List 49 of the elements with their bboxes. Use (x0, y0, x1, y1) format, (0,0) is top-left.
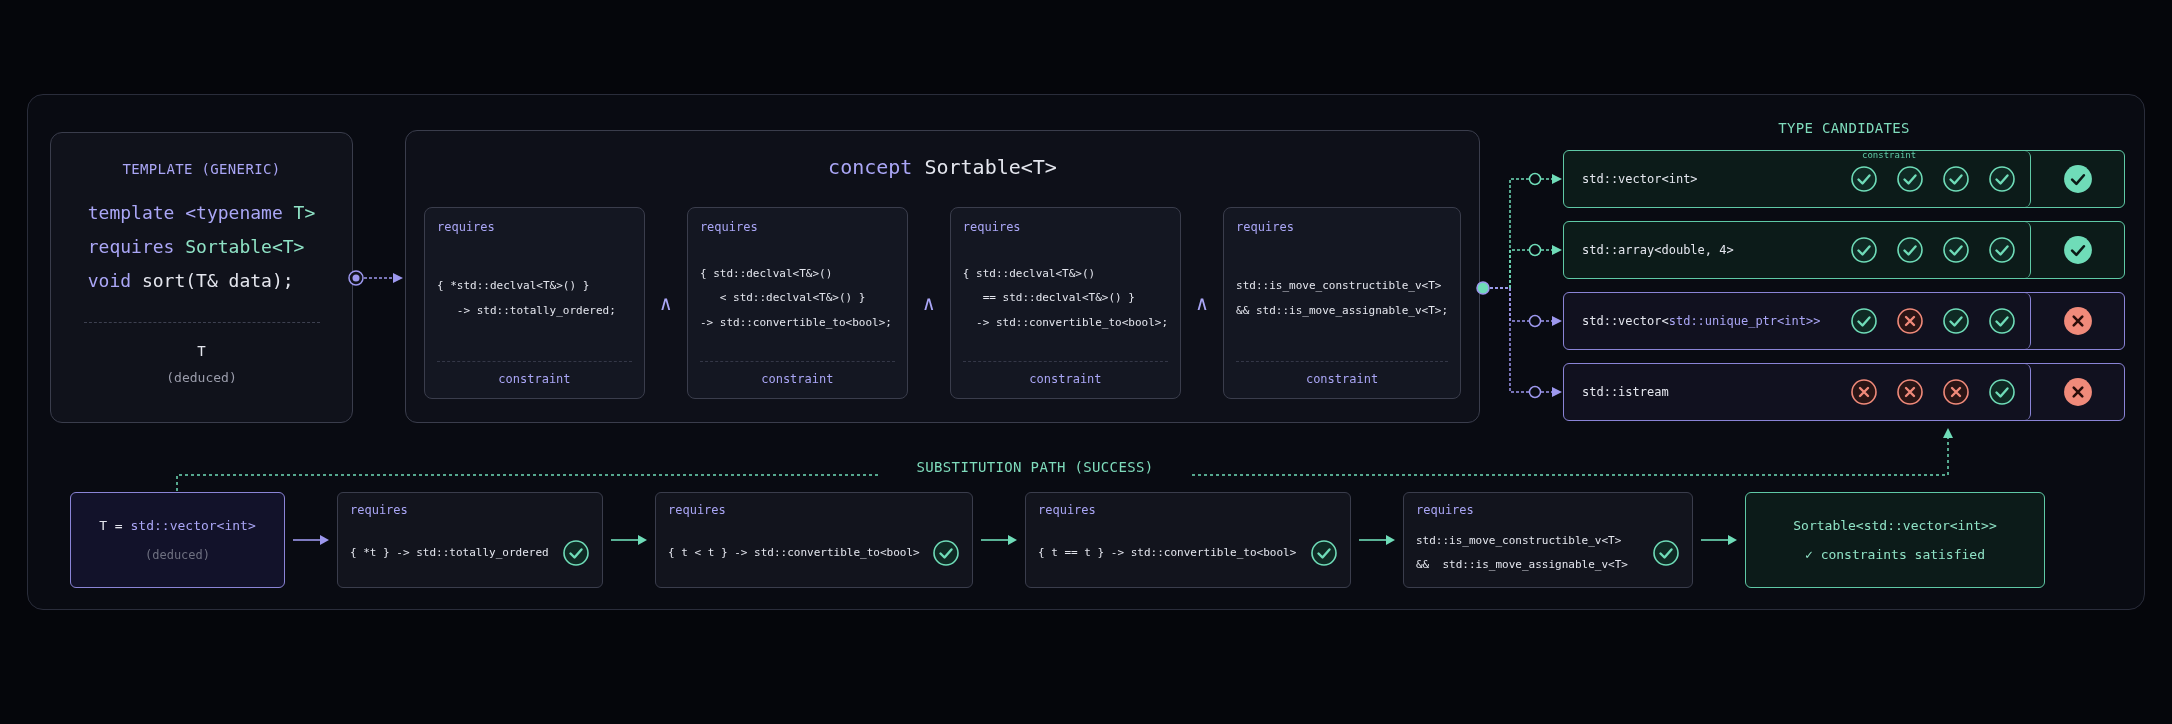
code-line: == std::declval<T&>() } (981, 290, 1136, 307)
type-note: (deduced) (145, 546, 210, 564)
code-line: { *std::declval<T&>() } (437, 278, 591, 294)
section-title: TYPE CANDIDATES (1777, 119, 1911, 138)
type-name: std::vector<int> (1582, 171, 1699, 188)
code-line: std::is_move_constructible_v<T> (1416, 532, 1623, 549)
result-status: ✓ constraints satisfied (1805, 546, 1985, 564)
constraint-label: constraint (498, 371, 571, 388)
keyword-label: requires (437, 219, 496, 236)
parameter-note: (deduced) (166, 369, 237, 387)
junction-node-icon (1476, 281, 1490, 295)
constraint-label: constraint (1029, 371, 1102, 388)
and-operator: ∧ (658, 290, 673, 317)
code-line: { *t } -> std::totally_ordered (350, 544, 550, 561)
code-line: requires Sortable<T> (87, 235, 305, 259)
type-name: std::array<double, 4> (1582, 242, 1735, 259)
code-line: -> std::convertible_to<bool>; (699, 314, 893, 331)
code-line: && std::is_move_assignable_v<T>; (1236, 302, 1448, 319)
concept-title: concept Sortable<T> (828, 154, 1057, 181)
code-line: { std::declval<T&>() (699, 265, 834, 282)
column-label: constraint (1862, 150, 1917, 160)
deduced-type: T = std::vector<int> (99, 517, 256, 536)
result-title: Sortable<std::vector<int>> (1793, 516, 1997, 535)
type-name: std::istream (1582, 384, 1670, 401)
code-line: std::is_move_constructible_v<T> (1236, 278, 1443, 294)
and-operator: ∧ (1195, 290, 1210, 317)
keyword-label: requires (699, 219, 759, 236)
code-line: && std::is_move_assignable_v<T> (1416, 557, 1629, 573)
keyword-label: requires (1038, 502, 1097, 519)
code-line: { std::declval<T&>() (962, 265, 1097, 282)
code-line: { t == t } -> std::convertible_to<bool> (1038, 544, 1298, 561)
code-line: { t < t } -> std::convertible_to<bool> (668, 544, 921, 561)
constraint-label: constraint (1305, 371, 1379, 388)
type-name: std::vector<std::unique_ptr<int>> (1582, 313, 1822, 330)
keyword-label: requires (962, 219, 1022, 236)
keyword-label: requires (350, 502, 409, 519)
code-line: -> std::totally_ordered; (455, 302, 617, 319)
keyword-label: requires (1236, 219, 1295, 236)
code-line: void sort(T& data); (87, 269, 294, 293)
and-operator: ∧ (921, 290, 936, 317)
code-line: < std::declval<T&>() } (718, 290, 867, 307)
card-heading: TEMPLATE (GENERIC) (122, 160, 281, 179)
keyword-label: requires (668, 502, 727, 519)
section-title: SUBSTITUTION PATH (SUCCESS) (915, 458, 1155, 477)
code-line: -> std::convertible_to<bool>; (975, 314, 1169, 331)
type-parameter: T (197, 342, 206, 361)
code-line: template <typename T> (87, 201, 316, 225)
keyword-label: requires (1416, 502, 1475, 519)
constraint-label: constraint (761, 371, 834, 388)
